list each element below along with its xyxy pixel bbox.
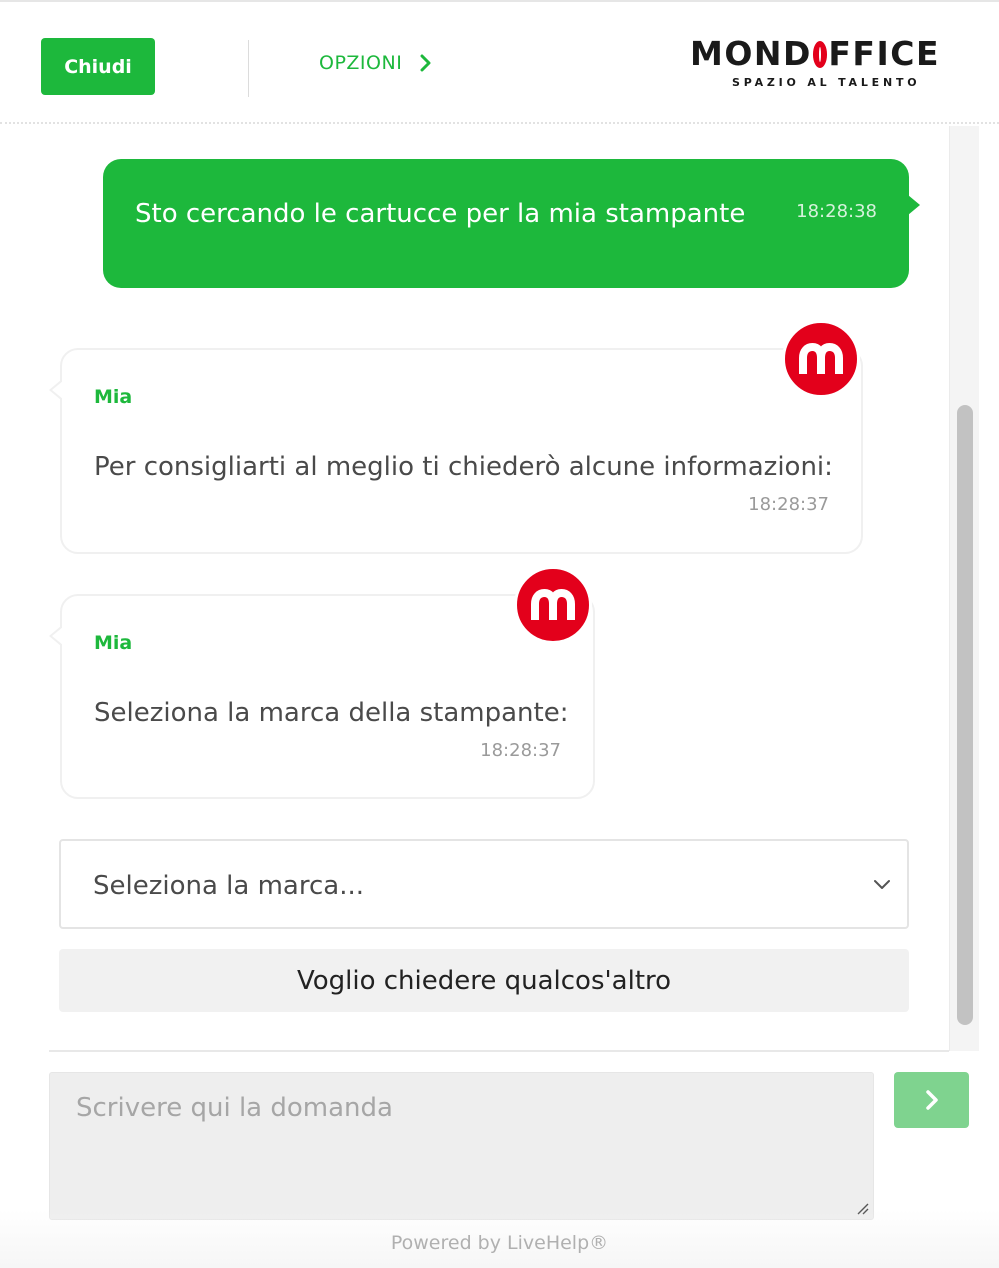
- bot-avatar: [514, 566, 592, 644]
- logo-wordmark-end: FFICE: [828, 34, 940, 73]
- close-button[interactable]: Chiudi: [41, 38, 155, 95]
- bot-message-time: 18:28:37: [748, 494, 829, 515]
- user-message-text: Sto cercando le cartucce per la mia stam…: [135, 199, 746, 229]
- bot-message-text: Seleziona la marca della stampante:: [94, 698, 569, 728]
- logo-wordmark-start: MOND: [690, 34, 812, 73]
- chevron-right-icon: [420, 54, 431, 72]
- send-button[interactable]: [894, 1072, 969, 1128]
- options-menu[interactable]: OPZIONI: [319, 48, 432, 78]
- user-message: Sto cercando le cartucce per la mia stam…: [103, 159, 920, 288]
- bot-message-time: 18:28:37: [480, 740, 561, 761]
- logo-tagline: SPAZIO AL TALENTO: [732, 76, 921, 89]
- powered-by-text: Powered by LiveHelp®: [390, 1232, 609, 1254]
- ask-something-else-button[interactable]: Voglio chiedere qualcos'altro: [59, 949, 909, 1012]
- chat-scrollbar-thumb[interactable]: [957, 405, 973, 1025]
- mondoffice-m-icon: [531, 588, 575, 620]
- mondoffice-m-icon: [799, 342, 843, 374]
- printer-brand-select[interactable]: Seleziona la marca...: [59, 839, 909, 929]
- bot-message: Mia Per consigliarti al meglio ti chiede…: [49, 348, 863, 554]
- options-label: OPZIONI: [319, 52, 403, 74]
- mondoffice-logo: MOND FFICE SPAZIO AL TALENTO: [690, 36, 940, 96]
- chevron-down-icon: [874, 880, 890, 889]
- chevron-right-icon: [925, 1090, 938, 1110]
- chat-header: Chiudi OPZIONI MOND FFICE SPAZIO AL TALE…: [0, 0, 999, 124]
- logo-red-o: [812, 40, 828, 68]
- header-divider: [248, 40, 249, 97]
- logo-wordmark: MOND FFICE: [690, 36, 940, 72]
- bot-avatar: [782, 320, 860, 398]
- bot-sender-name: Mia: [94, 632, 133, 654]
- user-message-time: 18:28:38: [796, 201, 877, 222]
- brand-select-value: Seleziona la marca...: [93, 871, 364, 901]
- composer-divider: [49, 1050, 949, 1052]
- bot-sender-name: Mia: [94, 386, 133, 408]
- bot-message-text: Per consigliarti al meglio ti chiederò a…: [94, 452, 833, 482]
- bot-message: Mia Seleziona la marca della stampante: …: [49, 594, 595, 799]
- question-input[interactable]: [49, 1072, 874, 1220]
